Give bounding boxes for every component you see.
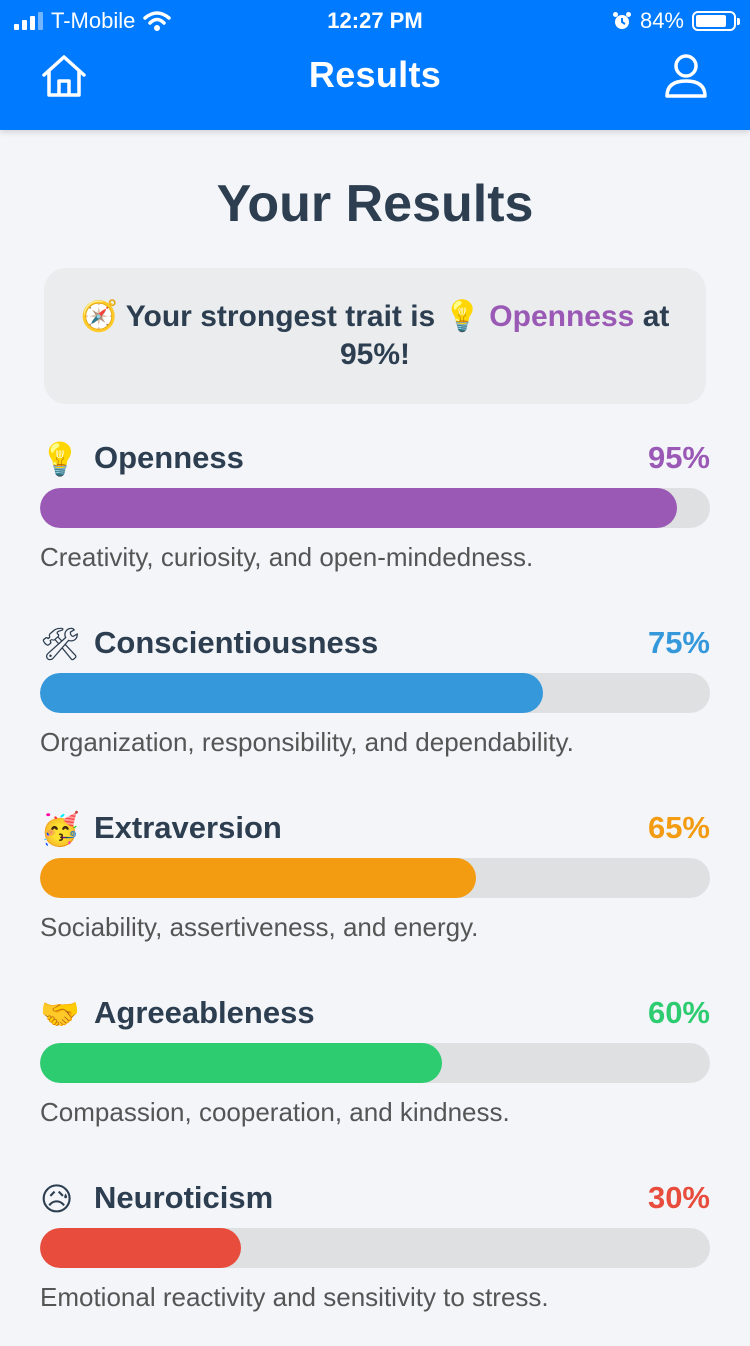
trait-percentage: 95% <box>647 440 710 475</box>
trait-progress-fill <box>40 488 677 528</box>
trait-percentage: 75% <box>647 625 710 660</box>
anxious-face-icon: 😥 <box>40 1180 74 1218</box>
trait-progress-track <box>40 1228 710 1268</box>
party-face-icon: 🥳 <box>40 810 80 848</box>
trait-name: Extraversion <box>94 810 282 845</box>
trait-progress-track <box>40 488 710 528</box>
trait-progress-track <box>40 673 710 713</box>
trait-row: 💡 Openness 95% Creativity, curiosity, an… <box>40 436 710 606</box>
trait-description: Organization, responsibility, and depend… <box>40 727 574 757</box>
trait-progress-track <box>40 858 710 898</box>
trait-description: Compassion, cooperation, and kindness. <box>40 1097 510 1127</box>
status-bar: T-Mobile 12:27 PM 84% <box>0 0 750 40</box>
profile-button[interactable] <box>664 52 708 100</box>
top-navigation-bar: T-Mobile 12:27 PM 84% Results <box>0 0 750 130</box>
trait-progress-fill <box>40 858 476 898</box>
trait-description: Sociability, assertiveness, and energy. <box>40 912 479 942</box>
handshake-icon: 🤝 <box>40 995 80 1033</box>
alarm-clock-icon <box>612 12 631 29</box>
battery-percentage: 84% <box>639 8 684 33</box>
trait-name: Agreeableness <box>94 995 315 1030</box>
summary-prefix: Your strongest trait is <box>125 300 436 333</box>
trait-progress-fill <box>40 1228 241 1268</box>
trait-description: Creativity, curiosity, and open-mindedne… <box>40 542 534 572</box>
trait-name: Openness <box>94 440 244 475</box>
battery-icon <box>692 11 740 31</box>
trait-progress-track <box>40 1043 710 1083</box>
trait-row: 🛠 Conscientiousness 75% Organization, re… <box>40 621 710 791</box>
lightbulb-icon: 💡 <box>40 440 80 478</box>
trait-row: 🤝 Agreeableness 60% Compassion, cooperat… <box>40 991 710 1161</box>
trait-percentage: 65% <box>647 810 710 845</box>
strongest-trait-summary: 🧭 Your strongest trait is 💡 Openness at … <box>44 268 706 404</box>
trait-row: 😥 Neuroticism 30% Emotional reactivity a… <box>40 1176 710 1346</box>
trait-description: Emotional reactivity and sensitivity to … <box>40 1282 549 1312</box>
trait-row: 🥳 Extraversion 65% Sociability, assertiv… <box>40 806 710 976</box>
trait-percentage: 30% <box>647 1180 710 1215</box>
user-icon <box>665 54 707 98</box>
trait-percentage: 60% <box>647 995 710 1030</box>
trait-progress-fill <box>40 673 543 713</box>
lightbulb-icon: 💡 <box>443 299 481 334</box>
trait-progress-fill <box>40 1043 442 1083</box>
nav-title: Results <box>308 54 442 95</box>
trait-name: Neuroticism <box>94 1180 274 1215</box>
page-title: Your Results <box>216 175 534 233</box>
compass-icon: 🧭 <box>80 299 118 334</box>
summary-trait-name: Openness <box>489 300 635 333</box>
hammer-wrench-icon: 🛠 <box>40 625 81 663</box>
trait-name: Conscientiousness <box>94 625 379 660</box>
